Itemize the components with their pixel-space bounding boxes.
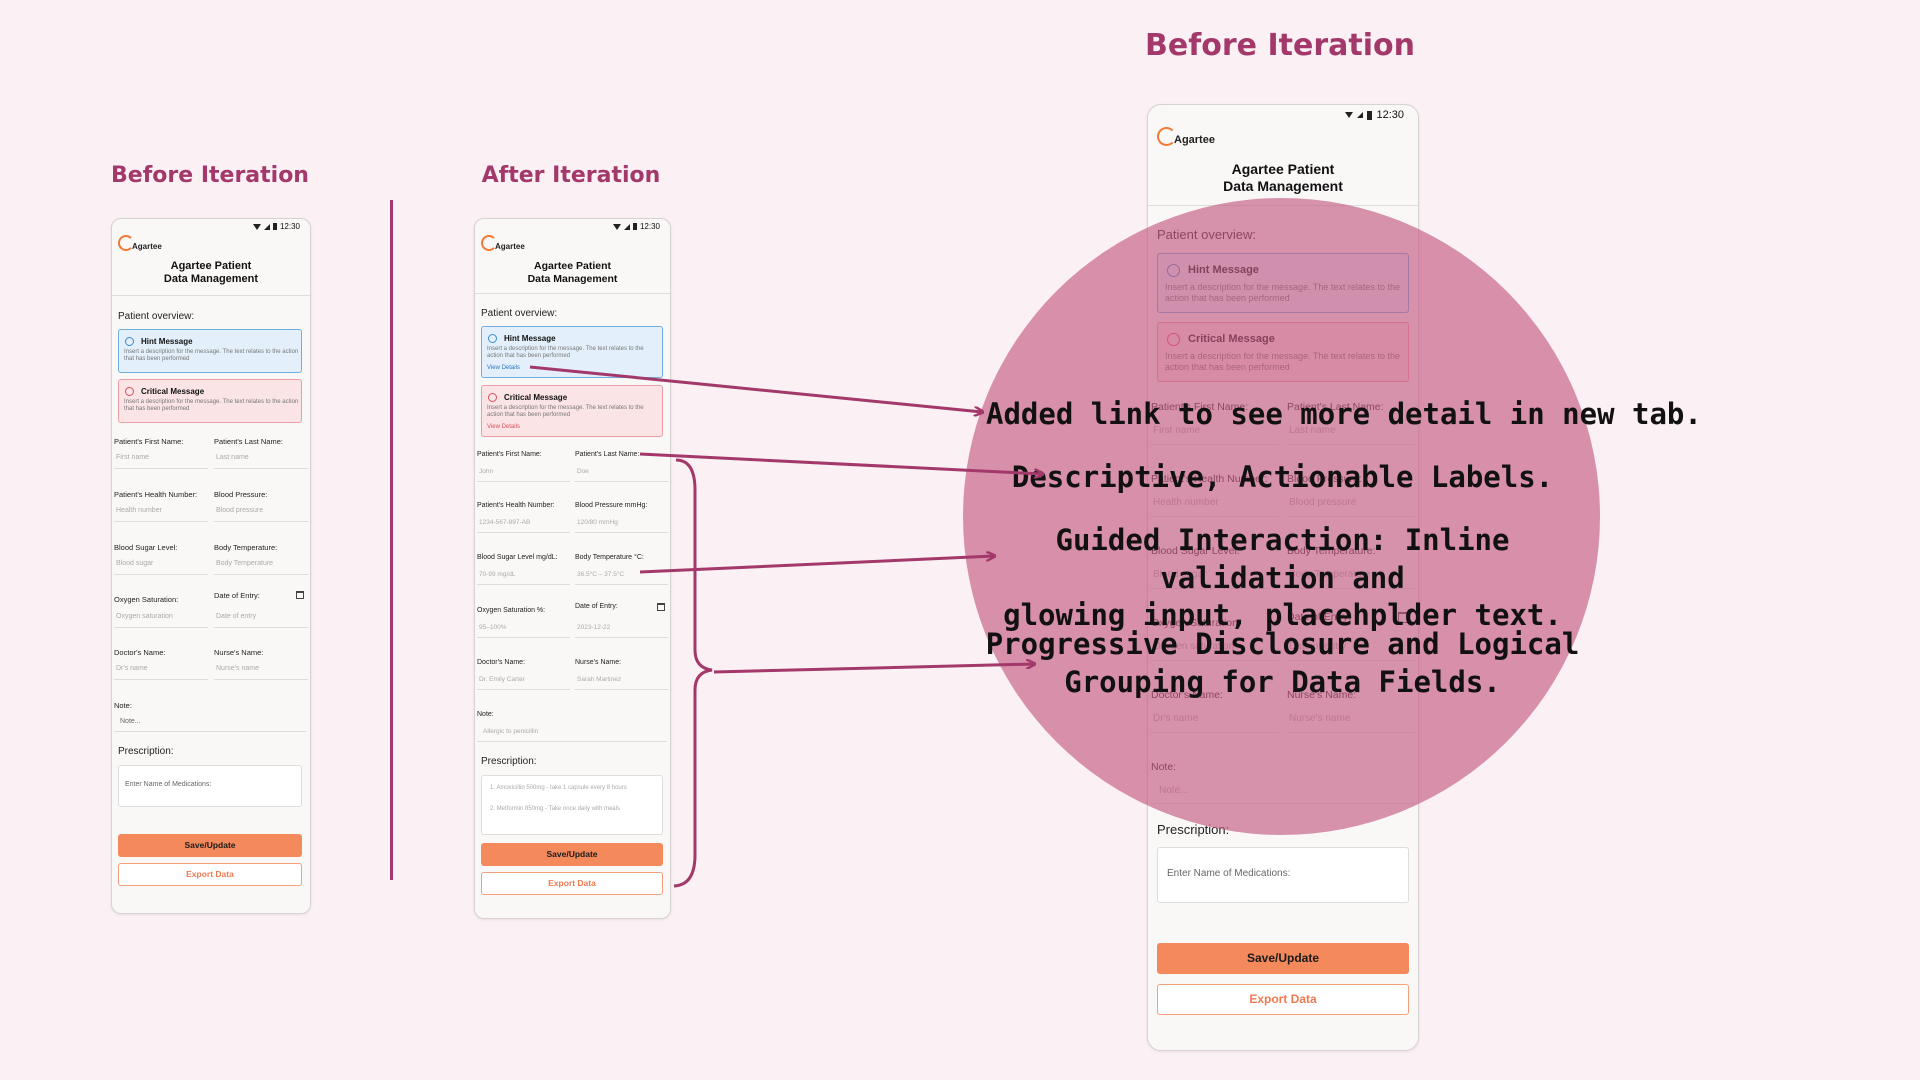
brace-icon — [673, 458, 713, 888]
annotation-arrows — [529, 365, 1920, 888]
arrow-icon — [713, 664, 1034, 674]
arrow-icon — [639, 556, 994, 574]
arrow-icon — [529, 365, 982, 412]
arrow-icon — [639, 452, 1042, 474]
